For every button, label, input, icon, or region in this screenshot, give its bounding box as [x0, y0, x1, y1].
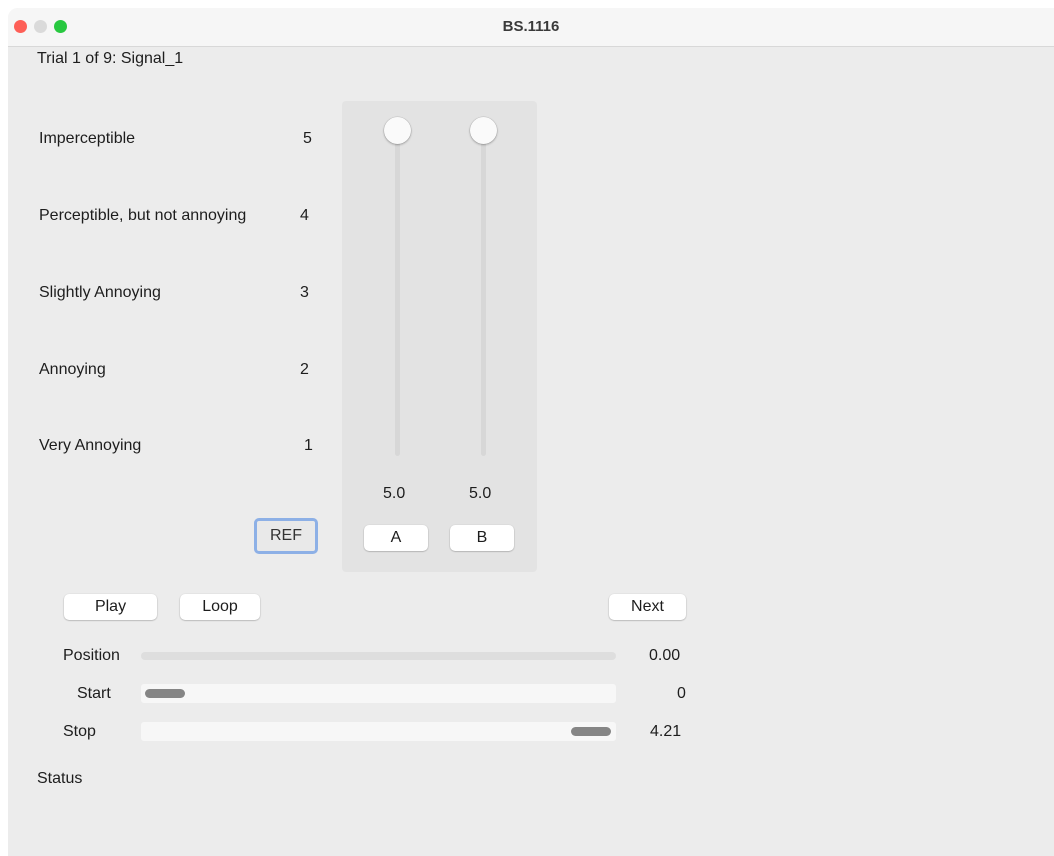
position-value: 0.00 [649, 647, 681, 664]
rating-slider-panel: 5.0 5.0 A B [342, 101, 537, 572]
trial-label: Trial 1 of 9: Signal_1 [37, 50, 184, 67]
window-title: BS.1116 [502, 18, 560, 35]
scale-label-5: Imperceptible [39, 130, 136, 147]
slider-b-track[interactable] [481, 136, 486, 456]
play-button[interactable]: Play [64, 594, 157, 620]
slider-a-track[interactable] [395, 136, 400, 456]
start-label: Start [77, 685, 111, 702]
stop-value: 4.21 [650, 723, 682, 740]
scale-value-1: 1 [304, 437, 313, 454]
loop-button[interactable]: Loop [180, 594, 260, 620]
slider-a-value: 5.0 [383, 485, 406, 502]
scale-value-5: 5 [303, 130, 312, 147]
start-slider[interactable] [141, 684, 616, 703]
scale-label-4: Perceptible, but not annoying [39, 207, 247, 224]
scale-label-2: Annoying [39, 361, 106, 378]
position-bar [141, 652, 616, 660]
next-button[interactable]: Next [609, 594, 686, 620]
scale-label-3: Slightly Annoying [39, 284, 161, 301]
title-bar: BS.1116 [8, 8, 1054, 47]
stop-slider[interactable] [141, 722, 616, 741]
status-label: Status [37, 770, 83, 787]
slider-a-handle[interactable] [384, 117, 411, 144]
start-slider-handle[interactable] [145, 689, 185, 698]
app-window: BS.1116 Trial 1 of 9: Signal_1 Impercept… [8, 8, 1054, 856]
stop-slider-handle[interactable] [571, 727, 611, 736]
slider-b-handle[interactable] [470, 117, 497, 144]
stop-label: Stop [63, 723, 96, 740]
play-a-button[interactable]: A [364, 525, 428, 551]
scale-label-1: Very Annoying [39, 437, 142, 454]
start-value: 0 [677, 685, 686, 702]
position-label: Position [63, 647, 120, 664]
play-b-button[interactable]: B [450, 525, 514, 551]
slider-b-value: 5.0 [469, 485, 492, 502]
scale-value-2: 2 [300, 361, 309, 378]
scale-value-3: 3 [300, 284, 309, 301]
scale-value-4: 4 [300, 207, 309, 224]
ref-button[interactable]: REF [254, 518, 318, 554]
